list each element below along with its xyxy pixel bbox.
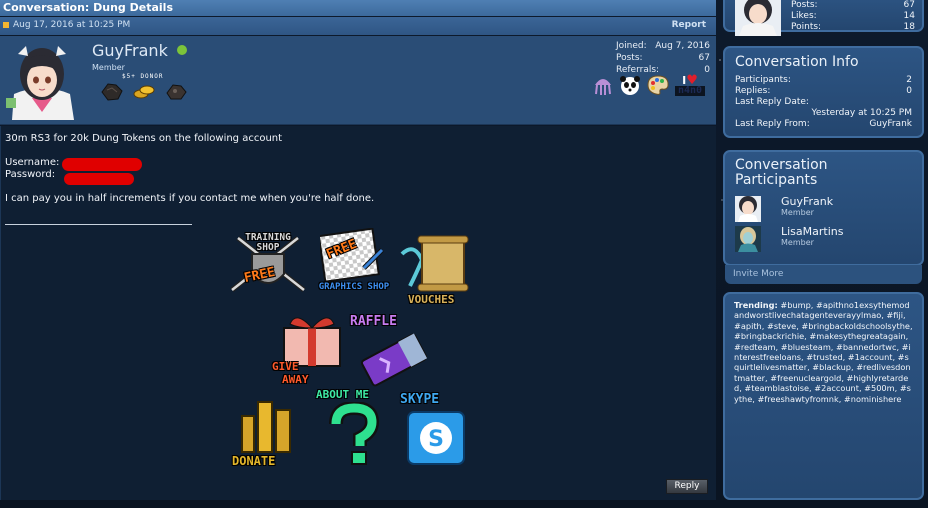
jellyfish-icon bbox=[595, 79, 611, 95]
conversation-info-panel: Conversation Info Participants: 2 Replies… bbox=[723, 46, 924, 138]
participant-avatar[interactable] bbox=[735, 196, 761, 222]
gold-coins-icon bbox=[133, 85, 155, 99]
conversation-title: Conversation: Dung Details bbox=[0, 0, 716, 16]
post-username-label: Username: bbox=[5, 157, 60, 168]
trending-tags[interactable]: Trending: #bump, #apithno1exsythemodandw… bbox=[734, 300, 913, 404]
donor-tag: $5+ DONOR bbox=[122, 73, 164, 80]
author-badges bbox=[100, 82, 188, 102]
online-status-icon bbox=[177, 45, 187, 55]
vouches-graphic[interactable]: VOUCHES bbox=[400, 234, 480, 306]
post-line-payment: I can pay you in half increments if you … bbox=[5, 193, 375, 204]
author-avatar[interactable] bbox=[4, 42, 80, 120]
graphics-shop-graphic[interactable]: FREE GRAPHICS SHOP bbox=[316, 226, 392, 306]
conversation-participants-panel: Conversation Participants GuyFrank Member … bbox=[723, 150, 924, 266]
message-date[interactable]: Aug 17, 2016 at 10:25 PM bbox=[13, 20, 130, 30]
author-role: Member bbox=[92, 63, 125, 72]
post-password-label: Password: bbox=[5, 169, 56, 180]
visitor-avatar[interactable] bbox=[735, 0, 781, 36]
donate-graphic[interactable]: DONATE bbox=[228, 396, 310, 470]
signature-divider bbox=[5, 224, 192, 225]
visitor-mini-stats: Posts: 67 Likes: 14 Points: 18 bbox=[791, 0, 915, 33]
message-content: 30m RS3 for 20k Dung Tokens on the follo… bbox=[5, 133, 374, 205]
redacted-password bbox=[64, 173, 134, 185]
message-user-info: GuyFrank Member $5+ DONOR Joined: Aug 7, … bbox=[0, 36, 716, 125]
raffle-graphic[interactable]: RAFFLE bbox=[348, 314, 440, 390]
info-last-reply-date-label: Last Reply Date: bbox=[735, 97, 809, 107]
stat-joined: Joined: Aug 7, 2016 bbox=[616, 41, 710, 51]
post-line-offer: 30m RS3 for 20k Dung Tokens on the follo… bbox=[5, 133, 283, 144]
conversation-info-title: Conversation Info bbox=[735, 54, 859, 70]
visitor-stats-panel: Posts: 67 Likes: 14 Points: 18 bbox=[723, 0, 924, 36]
mini-stat-points: Points: 18 bbox=[791, 22, 915, 32]
dark-ore-icon bbox=[166, 84, 187, 100]
report-link[interactable]: Report bbox=[672, 20, 706, 30]
participant-avatar[interactable] bbox=[735, 226, 761, 252]
participant-role: Member bbox=[781, 208, 814, 217]
message-header-bar: Aug 17, 2016 at 10:25 PM Report bbox=[0, 17, 716, 35]
stat-posts: Posts: 67 bbox=[616, 53, 710, 63]
giveaway-graphic[interactable]: GIVE AWAY bbox=[270, 310, 352, 388]
info-last-reply-from: Last Reply From: GuyFrank bbox=[735, 119, 912, 129]
skype-logo-icon: S bbox=[407, 411, 465, 465]
skype-graphic[interactable]: SKYPE S bbox=[398, 392, 480, 468]
dark-rune-icon bbox=[101, 83, 123, 101]
author-stats: Joined: Aug 7, 2016 Posts: 67 Referrals: 0 bbox=[616, 40, 710, 76]
participant-name[interactable]: LisaMartins bbox=[781, 226, 843, 238]
trending-panel: Trending: #bump, #apithno1exsythemodandw… bbox=[723, 292, 924, 500]
invite-more-link[interactable]: Invite More bbox=[725, 265, 922, 284]
question-mark-icon bbox=[329, 402, 380, 465]
raffle-ticket-icon bbox=[360, 333, 428, 387]
paint-palette-icon bbox=[647, 75, 669, 95]
author-awards: I♥ n4n0 bbox=[592, 74, 705, 96]
mini-stat-likes: Likes: 14 bbox=[791, 11, 915, 21]
svg-text:S: S bbox=[428, 427, 444, 452]
gold-stacks-icon bbox=[241, 401, 291, 453]
participant-name[interactable]: GuyFrank bbox=[781, 196, 833, 208]
info-participants: Participants: 2 bbox=[735, 75, 912, 85]
author-name[interactable]: GuyFrank bbox=[92, 41, 168, 60]
panda-icon bbox=[620, 76, 640, 95]
participants-title: Conversation Participants bbox=[735, 157, 828, 188]
info-last-reply-date-value: Yesterday at 10:25 PM bbox=[811, 108, 912, 118]
new-indicator-icon bbox=[3, 21, 9, 28]
about-me-graphic[interactable]: ABOUT ME bbox=[314, 388, 396, 472]
participant-item[interactable]: GuyFrank Member bbox=[735, 196, 833, 222]
info-replies: Replies: 0 bbox=[735, 86, 912, 96]
reply-button[interactable]: Reply bbox=[666, 479, 708, 494]
love-nano-badge: I♥ n4n0 bbox=[675, 74, 705, 96]
scroll-quill-icon bbox=[400, 235, 469, 292]
participant-role: Member bbox=[781, 238, 814, 247]
training-shop-graphic[interactable]: TRAINING SHOP FREE bbox=[228, 230, 308, 306]
mini-stat-posts: Posts: 67 bbox=[791, 0, 915, 10]
participant-item[interactable]: LisaMartins Member bbox=[735, 226, 843, 252]
redacted-username bbox=[62, 158, 142, 171]
